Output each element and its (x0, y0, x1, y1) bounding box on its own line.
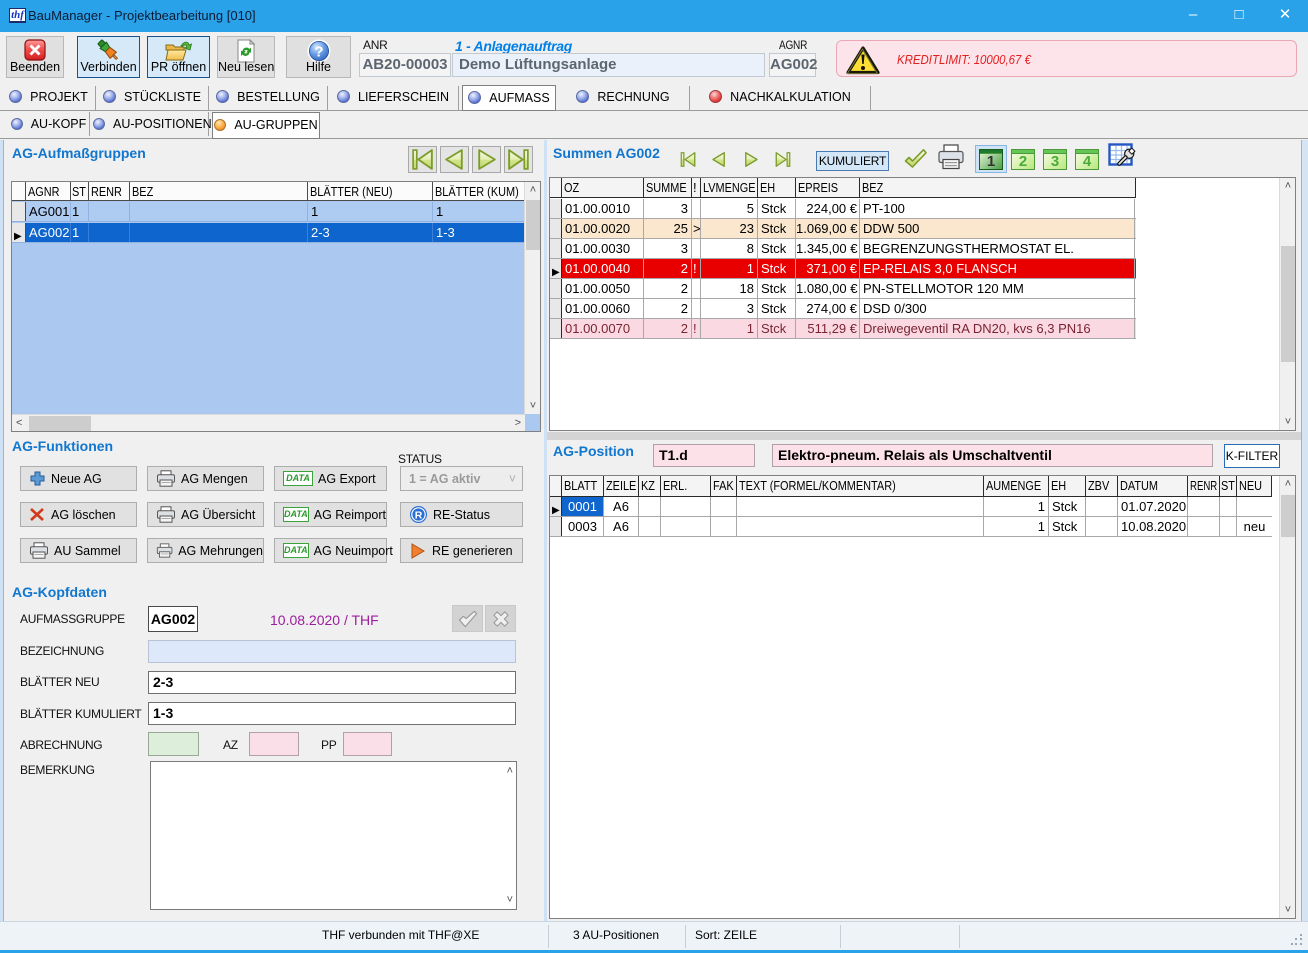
svg-text:R: R (415, 510, 423, 522)
svg-text:?: ? (314, 44, 323, 61)
